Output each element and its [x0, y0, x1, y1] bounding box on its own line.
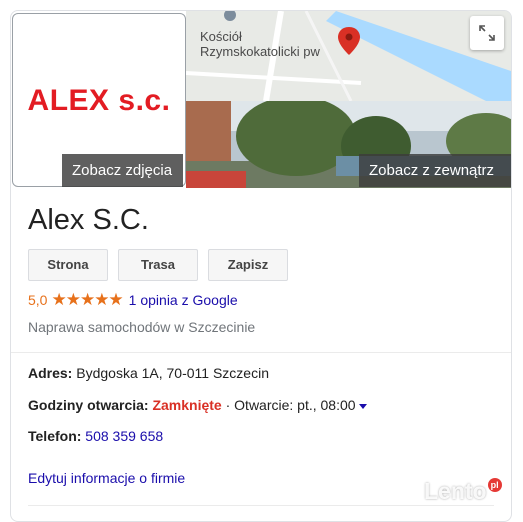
map-place-label-line2: Rzymskokatolicki pw	[200, 44, 320, 59]
hours-status: Zamknięte	[152, 397, 222, 413]
website-button[interactable]: Strona	[28, 249, 108, 281]
business-category: Naprawa samochodów w Szczecinie	[28, 319, 256, 335]
watermark-badge: pl	[487, 478, 502, 492]
hours-next-open: · Otwarcie: pt., 08:00	[225, 397, 356, 413]
media-strip: Kościół Rzymskokatolicki pw ALEX s.c. Zo…	[11, 11, 511, 188]
phone-link[interactable]: 508 359 658	[85, 428, 163, 444]
rating-score: 5,0	[28, 292, 48, 308]
see-outside-button[interactable]: Zobacz z zewnątrz	[359, 154, 511, 187]
address-value[interactable]: Bydgoska 1A, 70-011 Szczecin	[76, 365, 269, 381]
business-knowledge-panel: Kościół Rzymskokatolicki pw ALEX s.c. Zo…	[10, 10, 512, 522]
save-button[interactable]: Zapisz	[208, 249, 288, 281]
see-photos-button[interactable]: Zobacz zdjęcia	[62, 154, 183, 187]
directions-button[interactable]: Trasa	[118, 249, 198, 281]
expand-button[interactable]	[470, 16, 504, 50]
star-rating-icon: ★★★★★	[51, 290, 123, 309]
edit-business-info-link[interactable]: Edytuj informacje o firmie	[28, 470, 185, 486]
dropdown-caret-icon[interactable]	[358, 403, 367, 409]
company-logo: ALEX s.c.	[27, 84, 171, 117]
hours-label: Godziny otwarcia:	[28, 397, 149, 413]
edit-row: Edytuj informacje o firmie	[28, 470, 185, 486]
hours-row[interactable]: Godziny otwarcia: Zamknięte · Otwarcie: …	[28, 397, 367, 413]
address-row: Adres: Bydgoska 1A, 70-011 Szczecin	[28, 365, 269, 381]
map-place-label: Kościół Rzymskokatolicki pw	[200, 29, 320, 59]
watermark-text: Lento	[424, 478, 487, 504]
rating-row: 5,0 ★★★★★ 1 opinia z Google	[28, 290, 238, 310]
expand-arrows-icon	[479, 25, 495, 41]
phone-row: Telefon: 508 359 658	[28, 428, 163, 444]
divider	[28, 505, 494, 506]
address-label: Adres:	[28, 365, 73, 381]
business-title: Alex S.C.	[28, 204, 149, 236]
map-preview[interactable]: Kościół Rzymskokatolicki pw	[186, 11, 511, 101]
watermark: Lento pl	[424, 478, 502, 505]
phone-label: Telefon:	[28, 428, 82, 444]
reviews-link[interactable]: 1 opinia z Google	[129, 292, 238, 308]
map-place-label-line1: Kościół	[200, 29, 242, 44]
divider	[11, 352, 511, 353]
